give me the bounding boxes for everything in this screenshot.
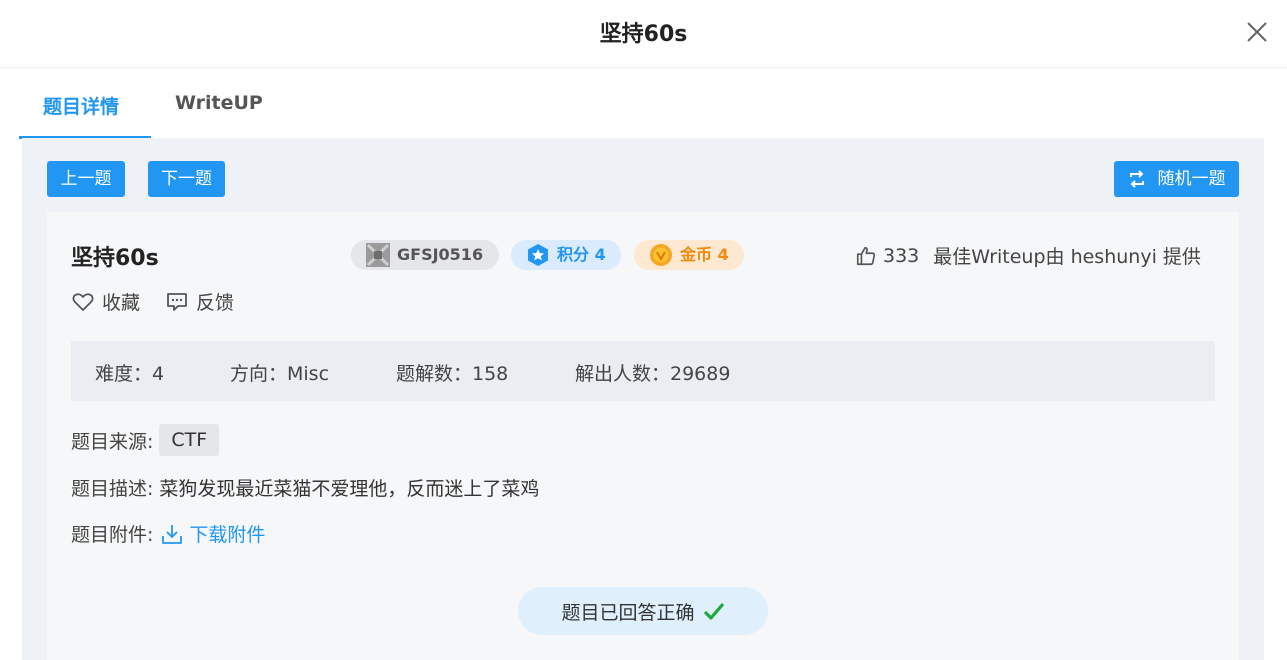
heart-icon <box>72 292 94 311</box>
like-group: 333 最佳Writeup由 heshunyi 提供 <box>855 242 1201 269</box>
shuffle-icon <box>1130 170 1144 188</box>
writeup-count-stat: 题解数：158 <box>396 363 509 385</box>
download-attachment-label: 下载附件 <box>189 524 266 546</box>
challenge-actions: 收藏 反馈 <box>72 288 260 315</box>
favorite-button[interactable]: 收藏 <box>72 288 140 315</box>
score-icon <box>528 244 548 266</box>
solver-count-stat: 解出人数：29689 <box>575 363 731 385</box>
challenge-id-badge: GFSJ0516 <box>351 240 499 270</box>
description-row: 题目描述: 菜狗发现最近菜猫不爱理他，反而迷上了菜鸡 <box>71 474 539 501</box>
thumbs-up-icon[interactable] <box>855 245 877 267</box>
next-question-button[interactable]: 下一题 <box>148 161 225 197</box>
source-tag: CTF <box>159 424 220 456</box>
challenge-avatar-icon <box>366 243 390 267</box>
download-icon <box>162 524 183 544</box>
random-question-label: 随机一题 <box>1157 169 1226 189</box>
tab-content: 上一题 下一题 随机一题 坚持60s GFSJ0516 积分 4 金币 4 33… <box>22 138 1264 660</box>
coin-label: 金币 4 <box>680 245 729 264</box>
challenge-card: 坚持60s GFSJ0516 积分 4 金币 4 333 最佳Writeup由 … <box>47 212 1239 660</box>
direction-stat: 方向：Misc <box>230 363 330 385</box>
random-question-button[interactable]: 随机一题 <box>1114 161 1239 197</box>
challenge-title: 坚持60s <box>71 246 159 271</box>
coin-icon <box>650 244 672 266</box>
attachment-label: 题目附件: <box>71 524 154 546</box>
best-writeup-text: 最佳Writeup由 heshunyi 提供 <box>933 246 1201 268</box>
challenge-stats: 难度：4 方向：Misc 题解数：158 解出人数：29689 <box>71 341 1215 401</box>
answered-status-text: 题目已回答正确 <box>561 601 695 624</box>
tab-details[interactable]: 题目详情 <box>43 92 119 119</box>
coin-badge: 金币 4 <box>634 240 744 270</box>
favorite-label: 收藏 <box>102 292 141 314</box>
description-text: 菜狗发现最近菜猫不爱理他，反而迷上了菜鸡 <box>159 478 540 500</box>
feedback-icon <box>167 292 187 311</box>
feedback-label: 反馈 <box>196 292 235 314</box>
checkmark-icon <box>703 602 724 620</box>
prev-question-button[interactable]: 上一题 <box>47 161 125 197</box>
modal-header: 坚持60s <box>0 0 1287 68</box>
like-count: 333 <box>883 244 920 267</box>
feedback-button[interactable]: 反馈 <box>166 288 234 315</box>
description-label: 题目描述: <box>71 478 154 500</box>
close-icon[interactable] <box>1243 18 1271 46</box>
challenge-id: GFSJ0516 <box>397 245 484 264</box>
source-label: 题目来源: <box>71 430 154 453</box>
answered-status: 题目已回答正确 <box>518 587 768 635</box>
difficulty-stat: 难度：4 <box>95 363 165 385</box>
modal-title: 坚持60s <box>599 22 688 47</box>
tab-bar: 题目详情 WriteUP <box>19 68 1269 139</box>
tab-writeup[interactable]: WriteUP <box>175 92 263 114</box>
score-label: 积分 4 <box>557 245 606 264</box>
score-badge: 积分 4 <box>511 240 621 270</box>
attachment-row: 题目附件: 下载附件 <box>71 520 265 547</box>
download-attachment-link[interactable]: 下载附件 <box>161 520 265 547</box>
source-row: 题目来源: CTF <box>71 424 220 456</box>
